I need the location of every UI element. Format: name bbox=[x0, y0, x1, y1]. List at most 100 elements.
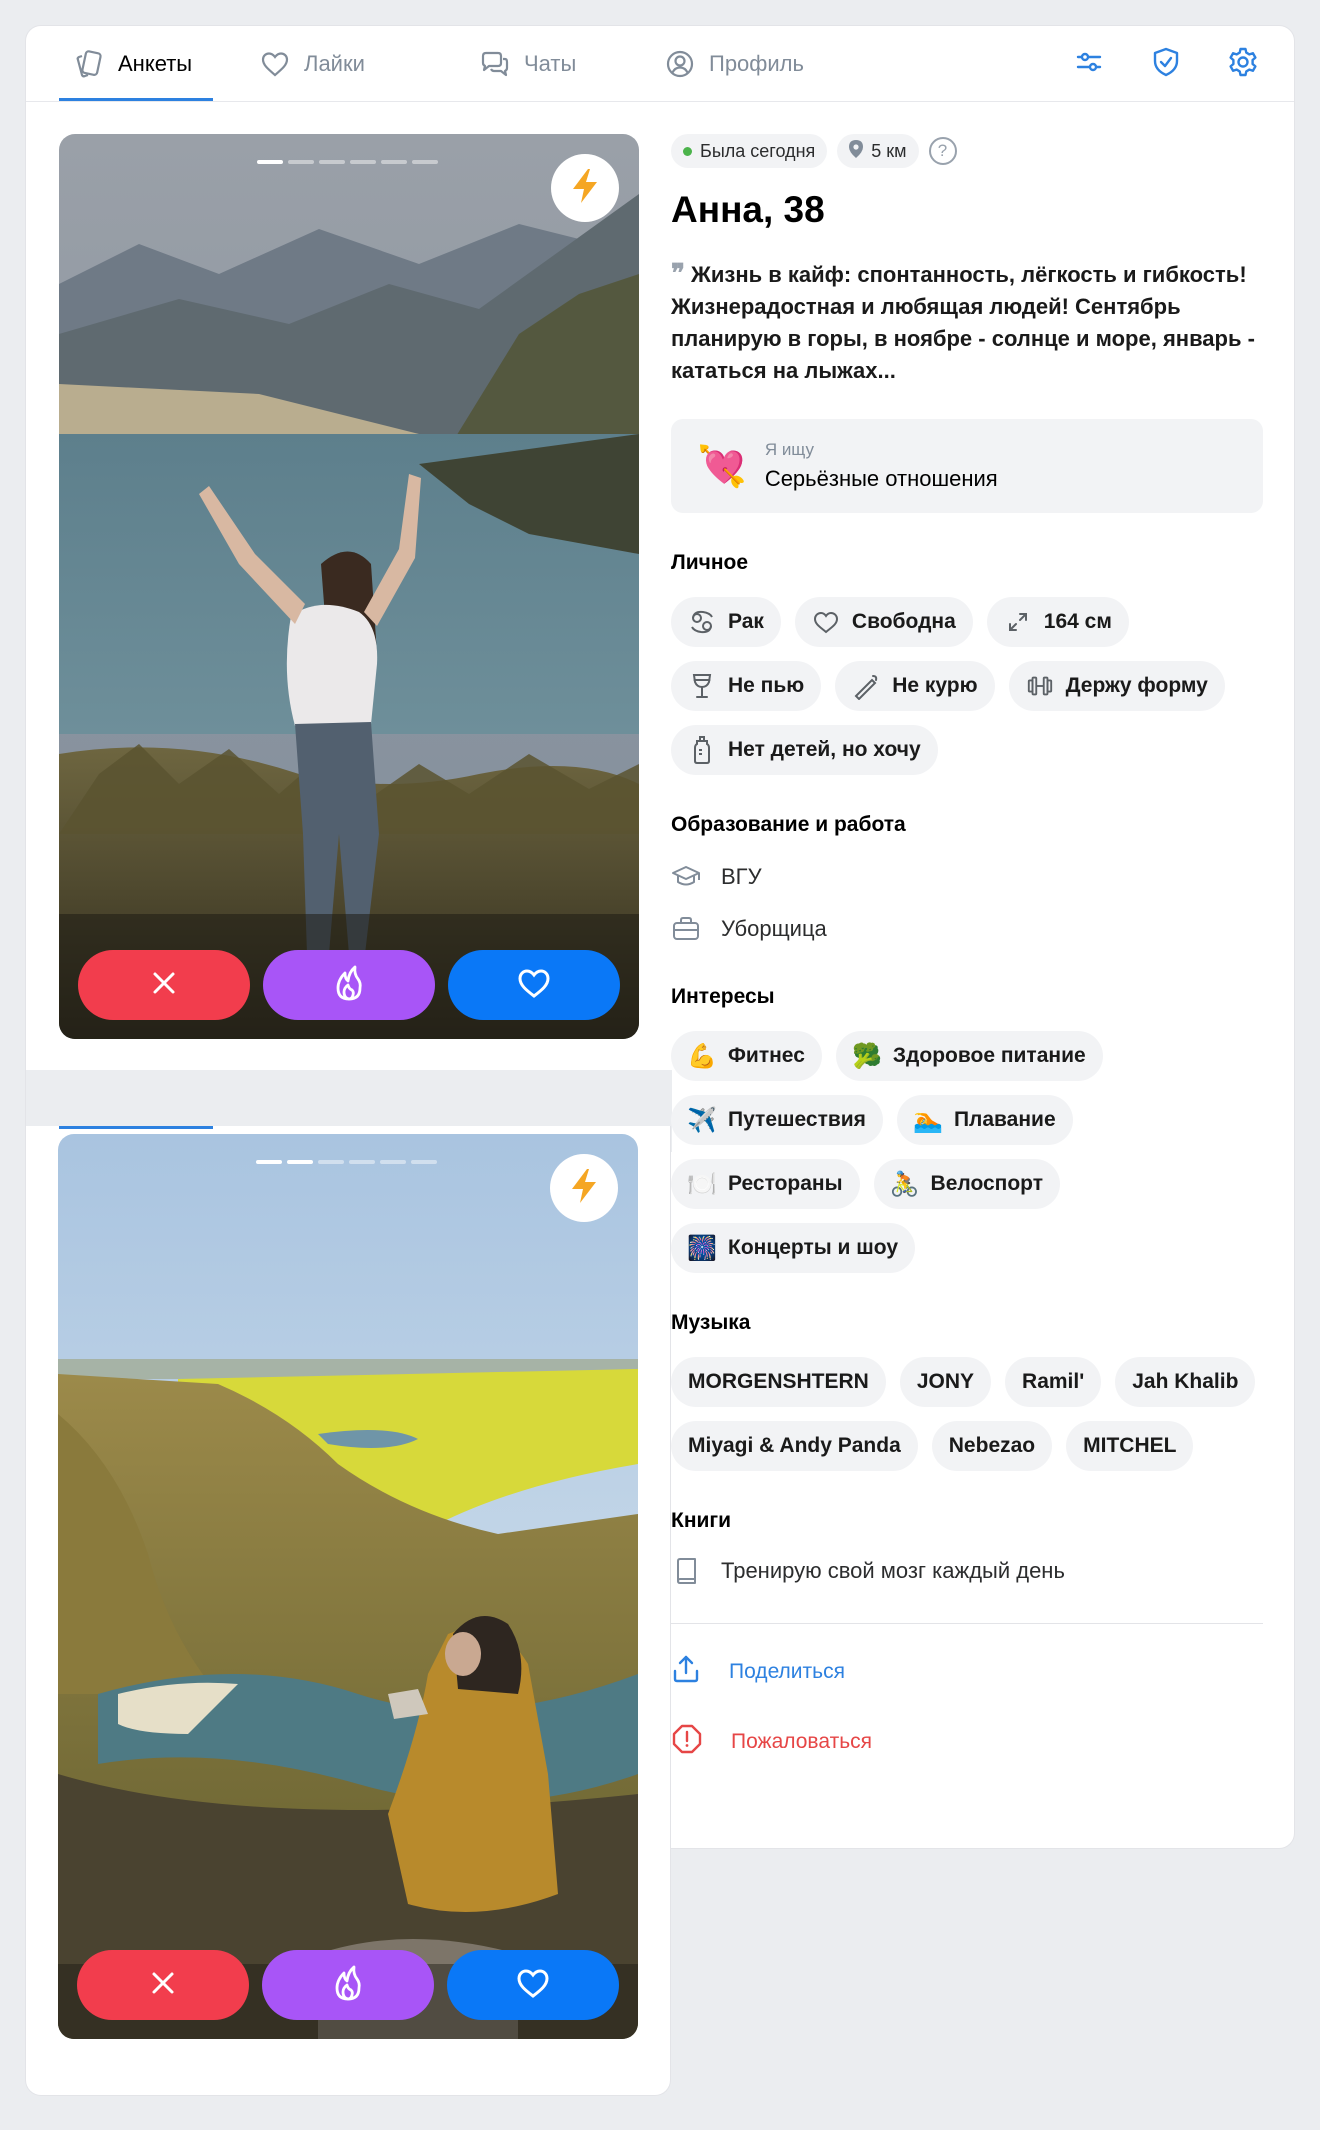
chip-label: Нет детей, но хочу bbox=[728, 738, 921, 761]
cigarette-crossed-icon bbox=[852, 672, 880, 700]
chip-label: Держу форму bbox=[1065, 674, 1208, 697]
interest-chip: 💪 Фитнес bbox=[671, 1031, 822, 1081]
interest-chip: 🏊 Плавание bbox=[896, 1095, 1073, 1145]
profile-bio: ❞ Жизнь в кайф: спонтанность, лёгкость и … bbox=[671, 258, 1263, 387]
progress-segment bbox=[381, 160, 407, 164]
like-button[interactable] bbox=[448, 950, 620, 1020]
graduation-cap-icon bbox=[671, 862, 701, 892]
chip-label: Рак bbox=[728, 610, 764, 633]
chip-label: 164 см bbox=[1043, 610, 1112, 633]
user-icon bbox=[663, 47, 697, 81]
interests-title: Интересы bbox=[671, 985, 775, 1008]
music-chip: Nebezao bbox=[931, 1421, 1053, 1471]
work-text: Уборщица bbox=[721, 916, 827, 941]
dumbbell-icon bbox=[1026, 672, 1054, 700]
divider bbox=[671, 1623, 1263, 1624]
chip-label: Плавание bbox=[953, 1108, 1056, 1131]
progress-segment bbox=[411, 1160, 437, 1164]
chip-label: Не курю bbox=[892, 674, 978, 697]
heart-outline-icon bbox=[812, 608, 840, 636]
chip-drinking: Не пью bbox=[671, 661, 822, 711]
like-icon bbox=[516, 966, 552, 1005]
like-button[interactable] bbox=[447, 1950, 619, 2020]
progress-segment bbox=[350, 160, 376, 164]
progress-segment bbox=[380, 1160, 406, 1164]
broccoli-icon: 🥦 bbox=[851, 1042, 882, 1070]
chip-label: Не пью bbox=[728, 674, 805, 697]
education-item: ВГУ bbox=[671, 859, 1263, 895]
active-tab-indicator bbox=[59, 98, 213, 101]
chip-smoking: Не курю bbox=[835, 661, 995, 711]
superlike-button[interactable] bbox=[262, 1950, 434, 2020]
profile-info: Была сегодня 5 км ? Анна, 38 ❞ Жизнь в ка… bbox=[671, 134, 1263, 1762]
profile-photo-2[interactable] bbox=[58, 1134, 638, 2039]
lightning-icon bbox=[567, 1167, 601, 1210]
plate-cutlery-icon: 🍽️ bbox=[687, 1170, 717, 1198]
dislike-icon bbox=[149, 968, 179, 1003]
filters-button[interactable] bbox=[1072, 47, 1106, 81]
superlike-button[interactable] bbox=[263, 950, 435, 1020]
progress-segment bbox=[319, 160, 345, 164]
status-row: Была сегодня 5 км ? bbox=[671, 134, 1263, 168]
chip-zodiac: Рак bbox=[671, 597, 781, 647]
cancer-zodiac-icon bbox=[688, 608, 716, 636]
heart-arrow-icon: 💘 bbox=[697, 444, 747, 489]
looking-for-value: Серьёзные отношения bbox=[764, 466, 998, 491]
interest-chip: 🥦 Здоровое питание bbox=[835, 1031, 1103, 1081]
help-icon[interactable]: ? bbox=[928, 137, 957, 165]
personal-chips: Рак Свободна 164 см Не пью Не курю Держу… bbox=[671, 597, 1263, 775]
progress-segment bbox=[288, 160, 314, 164]
safety-button[interactable] bbox=[1149, 47, 1183, 81]
flexed-biceps-icon: 💪 bbox=[687, 1042, 717, 1070]
photo-river-valley bbox=[58, 1134, 638, 2039]
tab-likes[interactable]: Лайки bbox=[258, 26, 365, 102]
music-chip: JONY bbox=[899, 1357, 992, 1407]
chip-label: Свободна bbox=[851, 610, 956, 633]
share-button[interactable]: Поделиться bbox=[671, 1652, 1263, 1692]
interests-chips: 💪 Фитнес 🥦 Здоровое питание ✈️ Путешествия … bbox=[671, 1031, 1263, 1273]
boost-button[interactable] bbox=[551, 154, 619, 222]
height-arrows-icon bbox=[1004, 608, 1032, 636]
interest-chip: 🍽️ Рестораны bbox=[671, 1159, 860, 1209]
chat-icon bbox=[478, 47, 512, 81]
boost-button[interactable] bbox=[550, 1154, 618, 1222]
report-label: Пожаловаться bbox=[731, 1730, 873, 1753]
lightning-icon bbox=[568, 167, 602, 210]
cyclist-icon: 🚴 bbox=[889, 1170, 920, 1198]
quote-icon: ❞ bbox=[671, 259, 685, 289]
book-item: Тренирую свой мозг каждый день bbox=[671, 1553, 1263, 1589]
superlike-icon bbox=[331, 964, 367, 1007]
dislike-button[interactable] bbox=[78, 950, 250, 1020]
tab-likes-label: Лайки bbox=[304, 51, 365, 76]
progress-segment bbox=[256, 1160, 282, 1164]
online-dot-icon bbox=[683, 146, 692, 156]
tab-cards[interactable]: Анкеты bbox=[72, 26, 192, 102]
education-title: Образование и работа bbox=[671, 813, 906, 836]
book-icon bbox=[671, 1556, 701, 1586]
share-icon bbox=[671, 1654, 701, 1690]
dislike-button[interactable] bbox=[77, 1950, 249, 2020]
top-navigation: Анкеты Лайки Чаты Профиль bbox=[26, 26, 1294, 102]
tab-profile[interactable]: Профиль bbox=[663, 26, 804, 102]
music-chip: Jah Khalib bbox=[1115, 1357, 1256, 1407]
music-title: Музыка bbox=[671, 1311, 751, 1334]
photo-actions bbox=[77, 1950, 619, 2020]
settings-button[interactable] bbox=[1226, 47, 1260, 81]
swimmer-icon: 🏊 bbox=[913, 1106, 943, 1134]
book-text: Тренирую свой мозг каждый день bbox=[721, 1558, 1065, 1583]
chip-children: Нет детей, но хочу bbox=[671, 725, 938, 775]
profile-photo-1[interactable] bbox=[59, 134, 639, 1039]
interest-chip: 🎆 Концерты и шоу bbox=[671, 1223, 915, 1273]
personal-title: Личное bbox=[671, 551, 749, 574]
photo-actions bbox=[78, 950, 620, 1020]
tab-chats[interactable]: Чаты bbox=[478, 26, 576, 102]
books-title: Книги bbox=[671, 1509, 732, 1532]
chip-height: 164 см bbox=[986, 597, 1129, 647]
interest-chip: ✈️ Путешествия bbox=[671, 1095, 883, 1145]
photo-progress bbox=[256, 1160, 437, 1164]
chip-fitness: Держу форму bbox=[1008, 661, 1225, 711]
report-button[interactable]: Пожаловаться bbox=[671, 1722, 1263, 1762]
chip-label: Рестораны bbox=[728, 1172, 843, 1195]
filters-icon bbox=[1073, 46, 1105, 83]
like-icon bbox=[515, 1966, 551, 2005]
